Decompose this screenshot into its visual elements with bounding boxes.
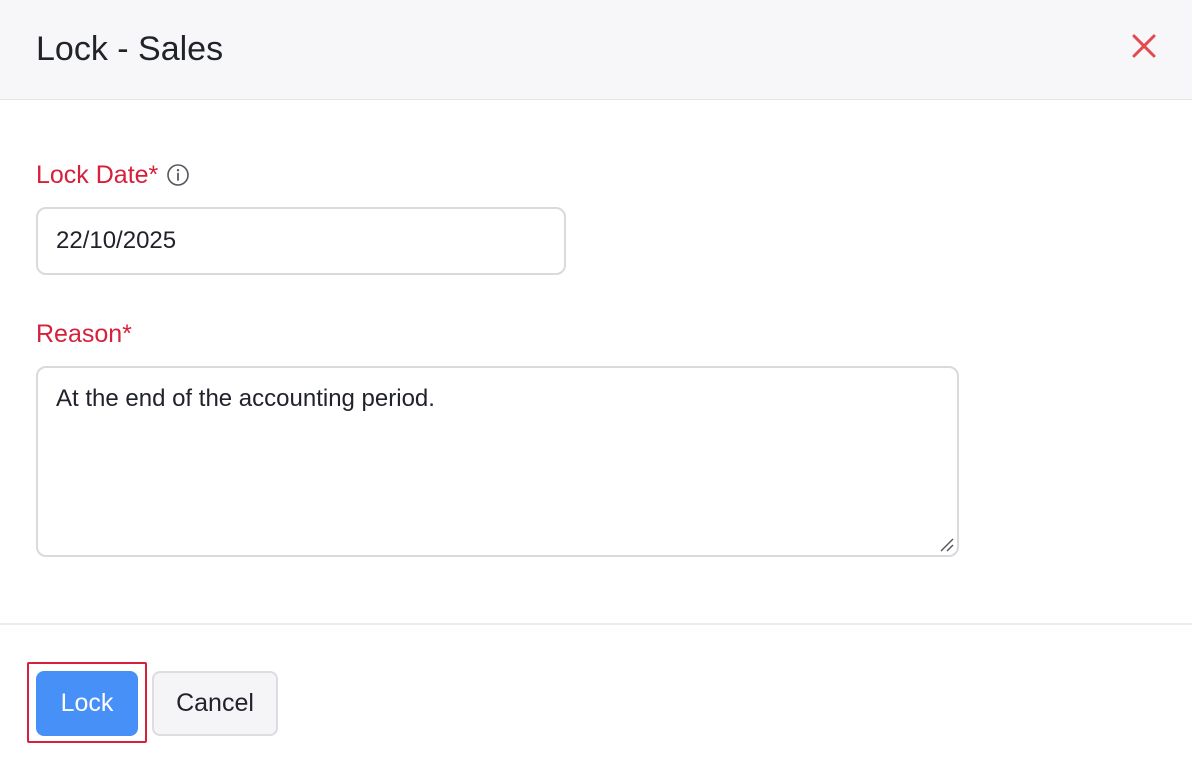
lock-dialog: Lock - Sales Lock Date* Reason* At the e… (0, 0, 1192, 768)
lock-date-input[interactable] (36, 207, 566, 275)
close-button[interactable] (1128, 30, 1160, 62)
close-icon (1132, 34, 1156, 58)
dialog-title: Lock - Sales (36, 30, 224, 68)
reason-textarea[interactable]: At the end of the accounting period. (36, 366, 959, 557)
dialog-header: Lock - Sales (0, 0, 1192, 100)
lock-date-label-row: Lock Date* (36, 160, 190, 190)
resize-handle-icon[interactable] (938, 536, 954, 552)
lock-date-label: Lock Date* (36, 161, 159, 189)
info-icon[interactable] (166, 163, 190, 187)
footer-divider (0, 623, 1192, 625)
reason-label: Reason* (36, 320, 132, 348)
lock-button[interactable]: Lock (36, 671, 138, 736)
cancel-button[interactable]: Cancel (152, 671, 278, 736)
